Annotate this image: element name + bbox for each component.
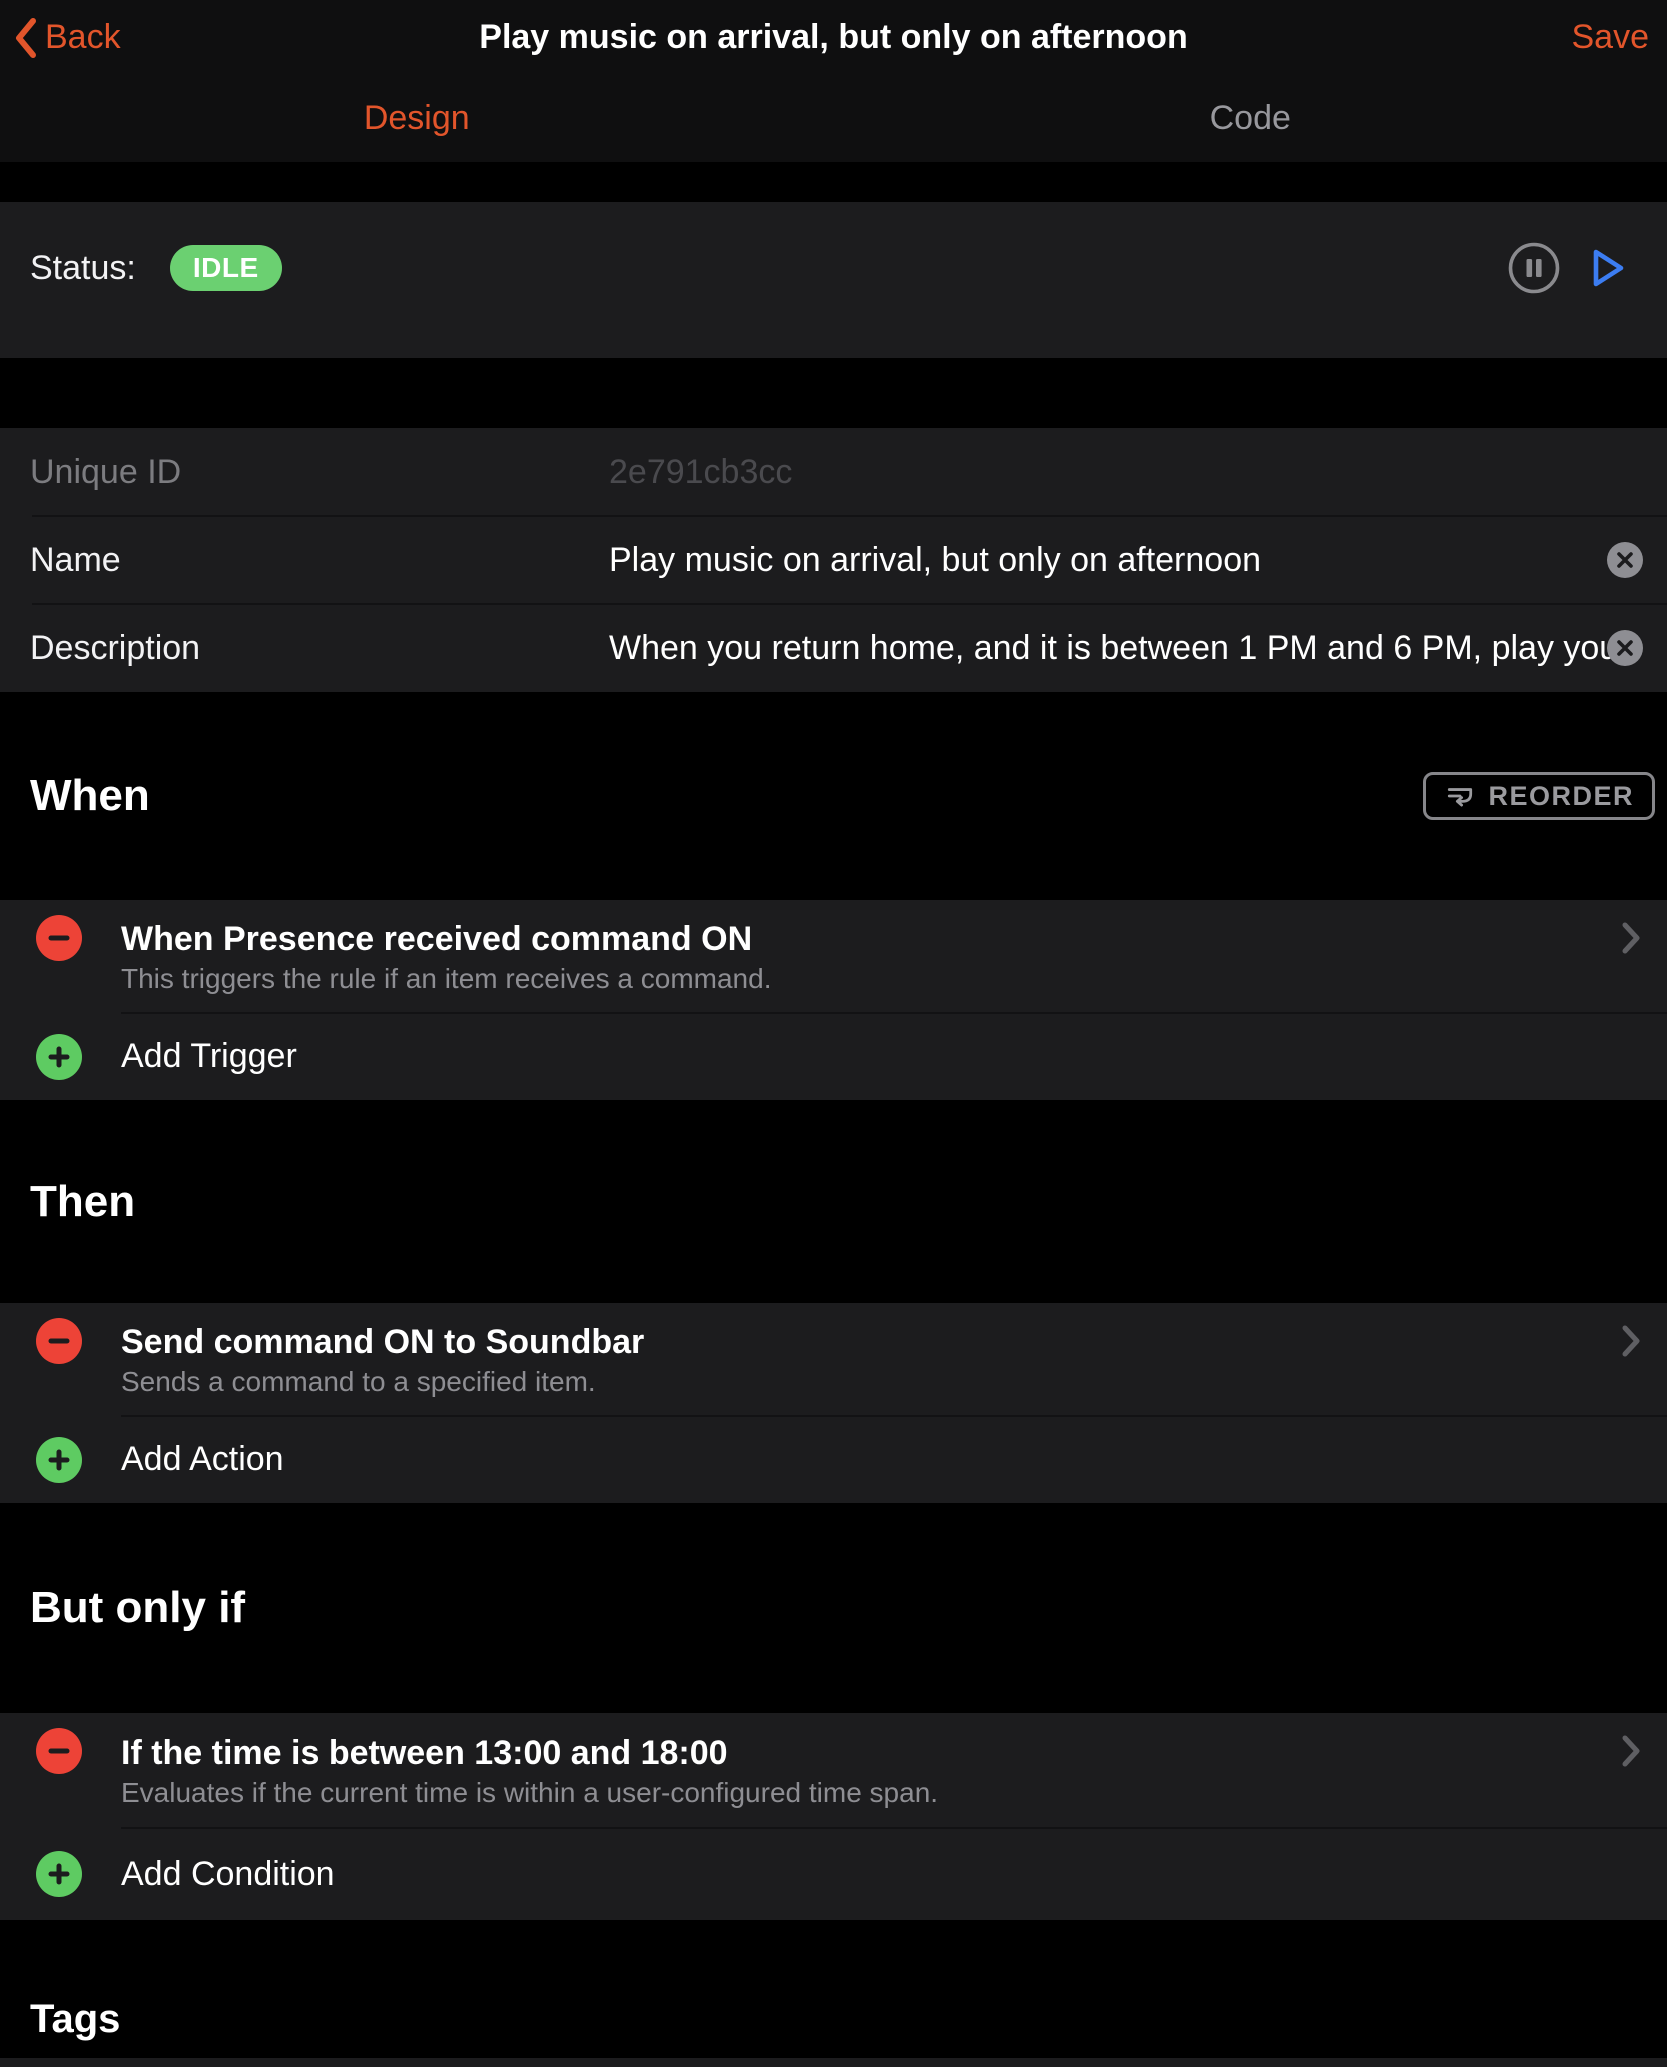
reorder-label: REORDER [1488, 781, 1634, 812]
tags-section-top-edge [0, 2058, 1667, 2067]
chevron-right-icon [1620, 1323, 1642, 1359]
tags-heading: Tags [30, 1997, 120, 2042]
status-badge: IDLE [170, 245, 282, 291]
name-clear-button[interactable] [1607, 542, 1643, 578]
add-trigger-label: Add Trigger [121, 1037, 297, 1076]
plus-icon [36, 1437, 82, 1483]
rule-editor-screen: Back Play music on arrival, but only on … [0, 0, 1667, 2067]
header: Back Play music on arrival, but only on … [0, 0, 1667, 162]
then-section-header: Then [0, 1100, 1667, 1303]
condition-subtitle: Evaluates if the current time is within … [121, 1775, 1667, 1811]
minus-icon [47, 1739, 71, 1763]
minus-icon [47, 926, 71, 950]
condition-section-header: But only if [0, 1503, 1667, 1713]
add-action-label: Add Action [121, 1440, 284, 1479]
plus-icon [36, 1034, 82, 1080]
unique-id-value: 2e791cb3cc [609, 453, 1667, 492]
tags-section-header: Tags [0, 1920, 1667, 2058]
remove-condition-button[interactable] [36, 1728, 82, 1774]
trigger-title: When Presence received command ON [121, 917, 1667, 961]
rule-run-controls [1507, 241, 1631, 295]
remove-action-button[interactable] [36, 1318, 82, 1364]
but-only-if-heading: But only if [30, 1583, 245, 1633]
minus-icon [47, 1329, 71, 1353]
triggers-list: When Presence received command ON This t… [0, 900, 1667, 1100]
play-icon [1581, 243, 1631, 293]
when-section-header: When REORDER [0, 692, 1667, 900]
plus-icon [36, 1851, 82, 1897]
reorder-icon [1444, 781, 1476, 811]
tab-design[interactable]: Design [0, 75, 834, 162]
name-field[interactable]: Play music on arrival, but only on after… [609, 541, 1667, 580]
pause-icon [1507, 241, 1561, 295]
unique-id-label: Unique ID [30, 453, 609, 492]
when-heading: When [30, 771, 150, 821]
status-label: Status: [30, 249, 136, 288]
add-trigger-row[interactable]: Add Trigger [0, 1013, 1667, 1100]
chevron-right-icon [1620, 1733, 1642, 1769]
navbar: Back Play music on arrival, but only on … [0, 0, 1667, 75]
description-field[interactable]: When you return home, and it is between … [609, 629, 1667, 668]
reorder-button[interactable]: REORDER [1423, 772, 1655, 820]
description-label: Description [30, 629, 609, 668]
tab-code[interactable]: Code [834, 75, 1667, 162]
action-subtitle: Sends a command to a specified item. [121, 1364, 1667, 1400]
add-condition-label: Add Condition [121, 1855, 335, 1894]
save-button[interactable]: Save [1572, 0, 1650, 75]
description-value: When you return home, and it is between … [609, 629, 1630, 667]
divider [0, 358, 1667, 428]
name-row: Name Play music on arrival, but only on … [0, 516, 1667, 604]
trigger-subtitle: This triggers the rule if an item receiv… [121, 961, 1667, 997]
chevron-right-icon [1620, 920, 1642, 956]
page-title: Play music on arrival, but only on after… [0, 18, 1667, 57]
pause-button[interactable] [1507, 241, 1561, 295]
name-value: Play music on arrival, but only on after… [609, 541, 1261, 579]
name-label: Name [30, 541, 609, 580]
status-section: Status: IDLE [0, 202, 1667, 358]
tab-bar: Design Code [0, 75, 1667, 162]
remove-trigger-button[interactable] [36, 915, 82, 961]
divider [0, 162, 1667, 202]
clear-icon [1607, 542, 1643, 578]
action-title: Send command ON to Soundbar [121, 1320, 1667, 1364]
then-heading: Then [30, 1177, 135, 1227]
description-row: Description When you return home, and it… [0, 604, 1667, 692]
rule-form: Unique ID 2e791cb3cc Name Play music on … [0, 428, 1667, 692]
actions-list: Send command ON to Soundbar Sends a comm… [0, 1303, 1667, 1503]
add-action-row[interactable]: Add Action [0, 1416, 1667, 1503]
add-condition-row[interactable]: Add Condition [0, 1828, 1667, 1920]
trigger-row[interactable]: When Presence received command ON This t… [0, 900, 1667, 1013]
run-button[interactable] [1581, 243, 1631, 293]
action-row[interactable]: Send command ON to Soundbar Sends a comm… [0, 1303, 1667, 1416]
description-clear-button[interactable] [1607, 630, 1643, 666]
unique-id-row: Unique ID 2e791cb3cc [0, 428, 1667, 516]
conditions-list: If the time is between 13:00 and 18:00 E… [0, 1713, 1667, 1920]
condition-row[interactable]: If the time is between 13:00 and 18:00 E… [0, 1713, 1667, 1828]
clear-icon [1607, 630, 1643, 666]
condition-title: If the time is between 13:00 and 18:00 [121, 1731, 1667, 1775]
